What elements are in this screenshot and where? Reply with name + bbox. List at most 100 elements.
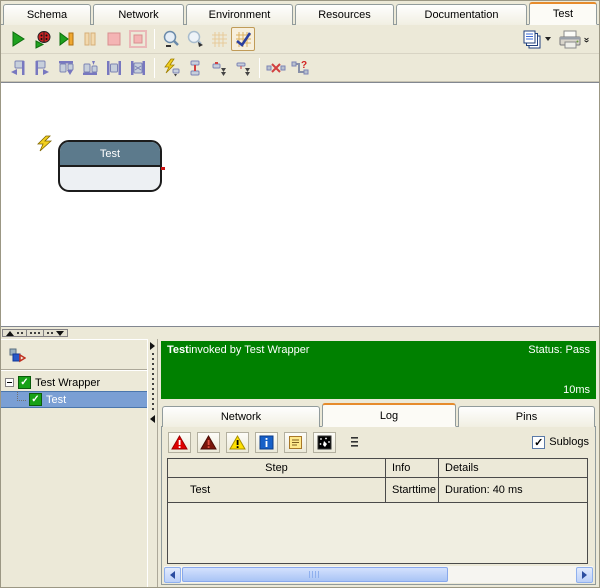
center-horizontal-button[interactable] <box>102 56 126 80</box>
tab-documentation[interactable]: Documentation <box>396 4 527 25</box>
log-panel: Sublogs Step Info Details Test <box>161 427 596 585</box>
test-node-header: Test <box>60 142 160 167</box>
log-table: Step Info Details Test Starttime Duratio… <box>167 458 588 503</box>
pass-checkbox-icon[interactable] <box>29 393 42 406</box>
zoom-pointer-button[interactable] <box>183 27 207 51</box>
stop-frame-icon <box>128 29 148 49</box>
sublogs-checkbox[interactable] <box>532 436 545 449</box>
fatal-filter-button[interactable] <box>168 432 191 453</box>
pass-checkbox-icon[interactable] <box>18 376 31 389</box>
tree-item-test[interactable]: Test <box>1 391 147 408</box>
test-node[interactable]: Test <box>58 140 162 192</box>
svg-text:?: ? <box>301 60 307 71</box>
tab-resources[interactable]: Resources <box>295 4 394 25</box>
tree-item-test-wrapper[interactable]: Test Wrapper <box>1 374 147 391</box>
tree-connector <box>17 392 26 401</box>
tab-resources-label: Resources <box>318 9 371 21</box>
zoom-out-button[interactable] <box>159 27 183 51</box>
tree-toolbar <box>1 340 147 370</box>
center-horizontal-icon <box>105 59 123 77</box>
status-invoked-text: invoked by Test Wrapper <box>189 344 310 356</box>
tab-pins-label: Pins <box>516 411 537 423</box>
column-header-info[interactable]: Info <box>386 459 439 478</box>
grid-icon <box>211 31 228 48</box>
log-note-filter-button[interactable] <box>284 432 307 453</box>
horizontal-scrollbar[interactable] <box>164 566 593 583</box>
stop-frame-button[interactable] <box>126 27 150 51</box>
grip-dots <box>47 332 53 334</box>
pause-button[interactable] <box>78 27 102 51</box>
disconnect-button[interactable] <box>264 56 288 80</box>
run-button[interactable] <box>6 27 30 51</box>
collapse-expander-icon[interactable] <box>5 378 14 387</box>
all-levels-button[interactable] <box>342 432 365 453</box>
reroute-icon: ? <box>291 59 310 77</box>
center-vertical-button[interactable] <box>126 56 150 80</box>
grip-dots <box>17 332 23 334</box>
stop-button[interactable] <box>102 27 126 51</box>
tab-environment[interactable]: Environment <box>186 4 293 25</box>
error-filter-button[interactable] <box>197 432 220 453</box>
add-instance-icon <box>8 347 26 363</box>
auto-layout-button[interactable] <box>159 56 183 80</box>
info-filter-button[interactable] <box>255 432 278 453</box>
align-bottom-button[interactable] <box>78 56 102 80</box>
status-pass-label: Status: Pass <box>528 344 590 356</box>
snap-grid-button[interactable] <box>231 27 255 51</box>
column-header-details[interactable]: Details <box>439 459 588 478</box>
main-toolbar: » <box>1 25 599 54</box>
reroute-button[interactable]: ? <box>288 56 312 80</box>
copies-button[interactable] <box>519 27 553 51</box>
horizontal-splitter-handle[interactable] <box>2 329 68 337</box>
fatal-icon <box>171 435 188 450</box>
connect-up-button[interactable] <box>207 56 231 80</box>
scrollbar-thumb[interactable] <box>182 567 448 582</box>
connect-down-button[interactable] <box>231 56 255 80</box>
distribute-button[interactable] <box>183 56 207 80</box>
auto-layout-icon <box>162 58 181 77</box>
grip-divider <box>26 330 27 336</box>
tab-network-log[interactable]: Network <box>162 406 320 427</box>
info-icon <box>259 435 274 450</box>
debug-console-filter-button[interactable] <box>313 432 336 453</box>
scroll-left-button[interactable] <box>164 567 181 583</box>
sublogs-toggle[interactable]: Sublogs <box>532 436 589 449</box>
log-table-header-row: Step Info Details <box>168 459 588 478</box>
tab-log[interactable]: Log <box>322 403 456 427</box>
toolbar-separator <box>154 29 155 49</box>
scroll-right-button[interactable] <box>576 567 593 583</box>
add-instance-button[interactable] <box>5 343 29 367</box>
collapse-up-icon <box>6 331 14 336</box>
run-icon <box>9 30 27 48</box>
align-top-button[interactable] <box>54 56 78 80</box>
horizontal-splitter-row <box>1 327 599 339</box>
align-toolbar: ? <box>1 54 599 82</box>
grid-button[interactable] <box>207 27 231 51</box>
log-filter-toolbar: Sublogs <box>162 427 595 457</box>
schema-canvas[interactable]: Test <box>1 82 599 327</box>
step-icon <box>57 30 75 48</box>
align-left-icon <box>9 59 27 77</box>
print-button[interactable]: » <box>553 27 593 51</box>
step-button[interactable] <box>54 27 78 51</box>
tab-network[interactable]: Network <box>93 4 184 25</box>
align-left-button[interactable] <box>6 56 30 80</box>
vertical-splitter-handle[interactable] <box>147 339 158 587</box>
node-port-marker <box>161 167 165 170</box>
tree-item-label: Test <box>46 394 66 406</box>
log-note-icon <box>288 435 303 450</box>
print-dropdown-chevron: » <box>581 37 592 42</box>
tab-test[interactable]: Test <box>529 2 597 25</box>
error-icon <box>200 435 217 450</box>
connect-down-icon <box>235 59 252 77</box>
tab-schema[interactable]: Schema <box>3 4 91 25</box>
warning-filter-button[interactable] <box>226 432 249 453</box>
tab-pins[interactable]: Pins <box>458 406 595 427</box>
align-right-button[interactable] <box>30 56 54 80</box>
debug-button[interactable] <box>30 27 54 51</box>
column-header-step[interactable]: Step <box>168 459 386 478</box>
center-vertical-icon <box>129 59 147 77</box>
copies-dropdown-arrow <box>545 37 551 41</box>
tab-network-label: Network <box>118 9 158 21</box>
log-table-row[interactable]: Test Starttime Duration: 40 ms <box>168 478 588 503</box>
